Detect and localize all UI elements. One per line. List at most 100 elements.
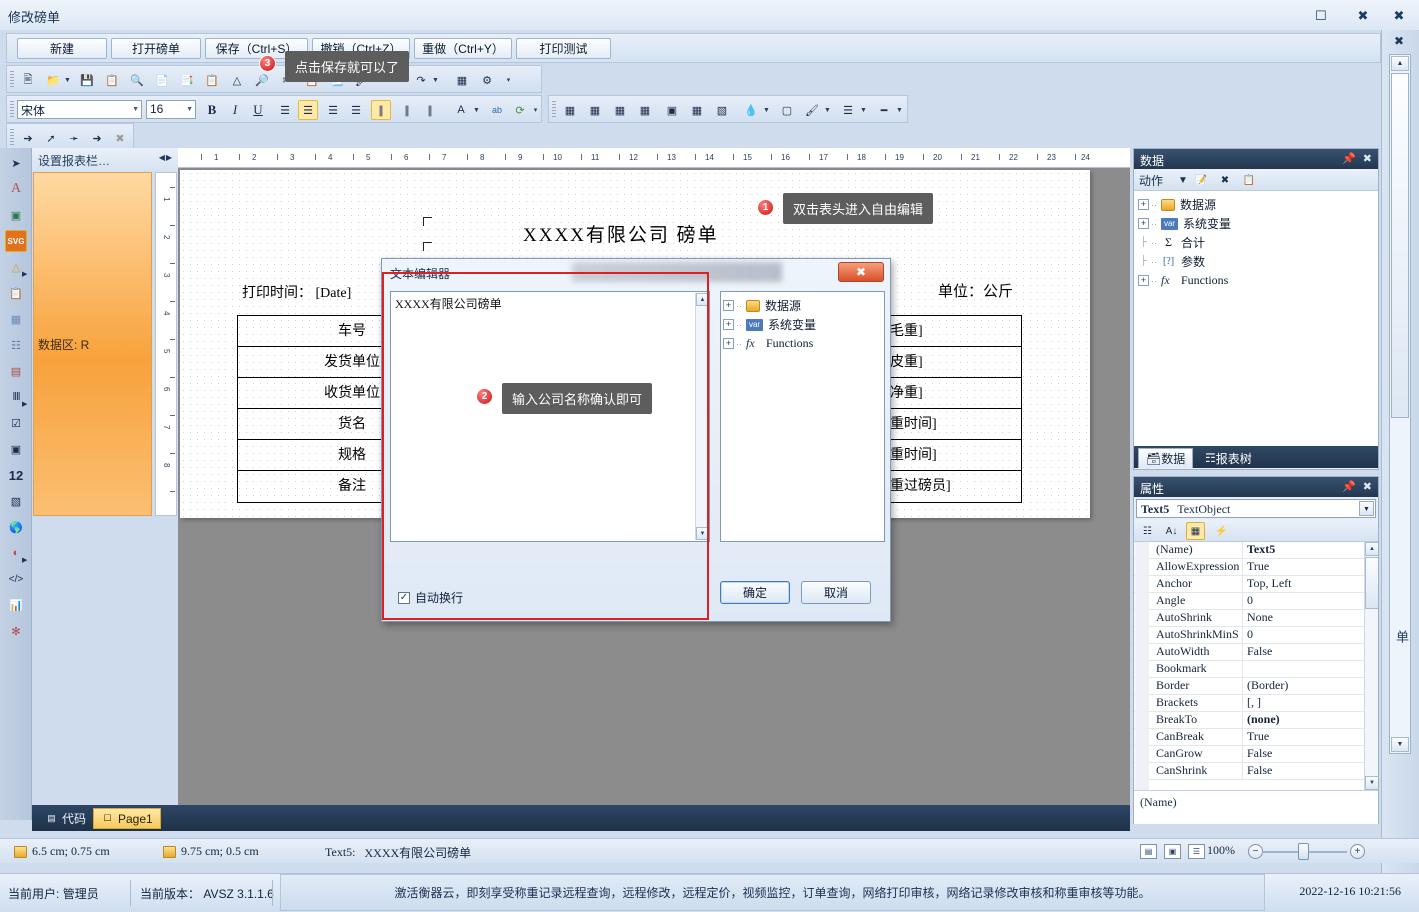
chevron-down-icon[interactable]: ▼ [1359, 501, 1374, 516]
table-row[interactable]: 净重] [886, 378, 1021, 409]
print-time-text[interactable]: 打印时间： [Date] [242, 282, 351, 302]
page-setup-icon[interactable]: 📋 [102, 70, 122, 90]
font-family-select[interactable]: 宋体 ▼ [17, 100, 142, 119]
select-node-icon[interactable]: ➛ [64, 128, 84, 148]
scroll-up-icon[interactable]: ▲ [696, 293, 709, 306]
pointer-tool-icon[interactable]: ➤ [5, 152, 27, 174]
cancel-button[interactable]: 取消 [801, 581, 871, 604]
close-icon[interactable]: ✖ [1363, 152, 1372, 165]
collapsed-panel-label[interactable]: 单 [1392, 630, 1411, 643]
text-editor-input[interactable]: XXXX有限公司磅单 ▲ ▼ [390, 291, 710, 542]
align-top-icon[interactable]: ∥ [371, 100, 391, 120]
barcode-dropdown-icon[interactable]: ▶ [22, 400, 27, 408]
delete-icon[interactable]: ✖ [1216, 172, 1234, 188]
picture-tool-icon[interactable]: ▣ [5, 204, 27, 226]
toolbar-grip[interactable] [10, 71, 14, 89]
property-value[interactable]: Text5 [1242, 542, 1378, 558]
property-row[interactable]: AutoShrinkNone [1134, 610, 1378, 627]
group-icon[interactable]: ▦ [452, 70, 472, 90]
tree-item-functions[interactable]: + ·· fx Functions [723, 334, 884, 353]
align-middle-icon[interactable]: ∥ [397, 100, 417, 120]
open-file-icon[interactable]: 📁 [43, 70, 63, 90]
refresh-icon[interactable]: ⟳ [510, 100, 530, 120]
chart-tool-icon[interactable]: 📊 [5, 594, 27, 616]
text-tool-icon[interactable]: A [5, 178, 27, 200]
new-report-icon[interactable]: 🖹 [18, 70, 38, 90]
property-value[interactable] [1242, 661, 1378, 677]
sort-alpha-icon[interactable]: A↓ [1162, 522, 1181, 540]
tab-page1[interactable]: ☐ Page1 [93, 808, 161, 829]
property-row[interactable]: CanGrowFalse [1134, 746, 1378, 763]
open-button[interactable]: 打开磅单 [111, 38, 201, 59]
data-tree[interactable]: + ·· 数据源 + ·· var 系统变量 ├ ·· Σ 合计 ├ ·· [?… [1134, 191, 1378, 446]
align-right-icon[interactable]: ☰ [323, 100, 343, 120]
table-row[interactable]: 重过磅员] [886, 471, 1021, 502]
property-value[interactable]: False [1242, 746, 1378, 762]
select-clear-icon[interactable]: ✖ [110, 128, 130, 148]
single-page-icon[interactable]: ▤ [1140, 844, 1157, 859]
table-row[interactable]: 重时间] [886, 440, 1021, 471]
map-tool-icon[interactable]: 🌎 [5, 516, 27, 538]
cellular-tool-icon[interactable]: ▧ [5, 490, 27, 512]
object-selector[interactable]: Text5 TextObject ▼ [1136, 499, 1376, 518]
border-width-dropdown-icon[interactable]: ▼ [860, 107, 867, 114]
two-page-icon[interactable]: ▣ [1164, 844, 1181, 859]
checkbox-tool-icon[interactable]: ☑ [5, 412, 27, 434]
chevron-down-icon[interactable]: ▼ [1174, 172, 1192, 188]
border-style-dropdown-icon[interactable]: ▼ [896, 107, 903, 114]
tab-code[interactable]: ▤ 代码 [38, 808, 93, 829]
unit-text[interactable]: 单位：公斤 [938, 280, 1013, 301]
property-value[interactable]: (none) [1242, 712, 1378, 728]
border-all-icon[interactable]: ▦ [560, 100, 580, 120]
auto-wrap-checkbox[interactable]: ✓ 自动换行 [398, 589, 463, 606]
report-table-right[interactable]: 毛重] 皮重] 净重] 重时间] 重时间] 重过磅员] [885, 315, 1022, 503]
subreport-tool-icon[interactable]: ▤ [5, 360, 27, 382]
fill-color-dropdown-icon[interactable]: ▼ [763, 107, 770, 114]
action-label[interactable]: 动作 [1139, 174, 1163, 188]
property-grid-scrollbar[interactable]: ▲ ▼ [1364, 542, 1378, 790]
scroll-up-icon[interactable]: ▲ [1391, 56, 1409, 71]
underline-button[interactable]: U [248, 100, 268, 120]
close-icon[interactable]: ✖ [1394, 34, 1404, 48]
font-overflow-icon[interactable]: ▾ [532, 107, 539, 114]
property-row[interactable]: Border(Border) [1134, 678, 1378, 695]
copy-icon[interactable]: 📋 [1240, 172, 1258, 188]
border-outside-icon[interactable]: ▦ [585, 100, 605, 120]
property-value[interactable]: (Border) [1242, 678, 1378, 694]
font-color-dropdown-icon[interactable]: ▼ [473, 107, 480, 114]
table-row[interactable]: 重时间] [886, 409, 1021, 440]
print-test-button[interactable]: 打印测试 [516, 38, 611, 59]
categorize-icon[interactable]: ☷ [1138, 522, 1157, 540]
richtext-tool-icon[interactable]: 📋 [5, 282, 27, 304]
property-grid[interactable]: (Name)Text5 AllowExpressionTrue AnchorTo… [1134, 542, 1378, 790]
property-value[interactable]: None [1242, 610, 1378, 626]
events-icon[interactable]: ⚡ [1212, 522, 1231, 540]
tree-item-sysvar[interactable]: + ·· var 系统变量 [1138, 214, 1378, 233]
font-color-icon[interactable]: A [451, 100, 471, 120]
nav-arrows-icon[interactable]: ◀▶ [159, 153, 173, 162]
zoom-slider-thumb[interactable] [1298, 843, 1309, 860]
zoom-out-button[interactable]: − [1248, 844, 1263, 859]
align-justify-icon[interactable]: ☰ [346, 100, 366, 120]
select-toolbar-grip[interactable] [10, 129, 14, 147]
border-inside-icon[interactable]: ▦ [610, 100, 630, 120]
property-value[interactable]: Top, Left [1242, 576, 1378, 592]
property-value[interactable]: False [1242, 644, 1378, 660]
tree-item-sysvar[interactable]: + ·· var 系统变量 [723, 315, 884, 334]
property-row[interactable]: AutoShrinkMinS0 [1134, 627, 1378, 644]
sparkline-tool-icon[interactable]: ✻ [5, 620, 27, 642]
property-row[interactable]: Bookmark [1134, 661, 1378, 678]
zoom-in-button[interactable]: + [1350, 844, 1365, 859]
new-page-icon[interactable]: 📄 [152, 70, 172, 90]
property-value[interactable]: True [1242, 559, 1378, 575]
tree-item-datasource[interactable]: + ·· 数据源 [1138, 195, 1378, 214]
restore-icon[interactable]: ☐ [1311, 6, 1331, 24]
scroll-down-icon[interactable]: ▼ [696, 527, 709, 540]
select-pointer-icon[interactable]: ➔ [18, 128, 38, 148]
scroll-thumb[interactable] [1365, 557, 1378, 609]
options-icon[interactable]: ⚙ [477, 70, 497, 90]
gauge-dropdown-icon[interactable]: ▶ [22, 556, 27, 564]
checkbox-icon[interactable]: ✓ [398, 592, 410, 604]
redo-dropdown-icon[interactable]: ▼ [432, 77, 439, 84]
open-dropdown-icon[interactable]: ▼ [64, 77, 71, 84]
